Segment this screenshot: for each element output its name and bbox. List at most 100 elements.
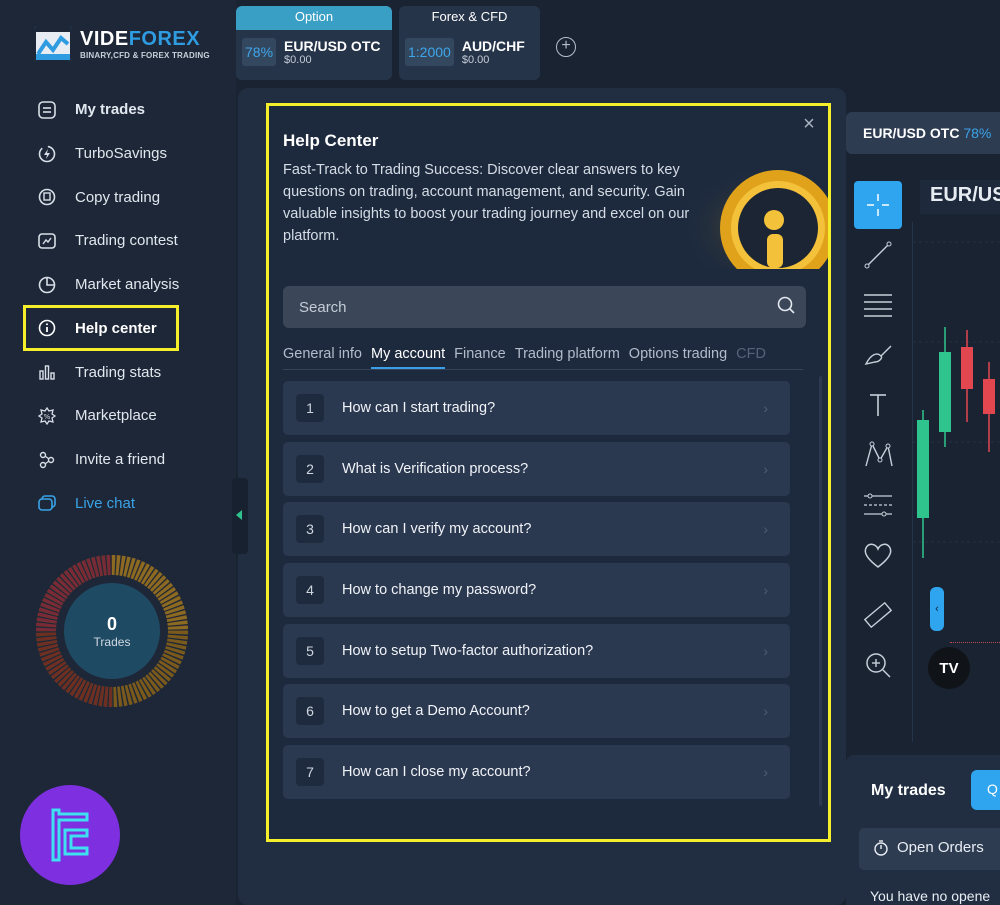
sidebar-item-label: Invite a friend: [75, 451, 166, 469]
sidebar-item-turbosavings[interactable]: TurboSavings: [24, 132, 234, 176]
payout-badge: 78%: [242, 38, 277, 66]
brand-badge-icon: [20, 785, 120, 885]
sidebar-item-help-center[interactable]: Help center: [23, 305, 179, 352]
sidebar-item-copy-trading[interactable]: Copy trading: [24, 175, 234, 219]
timer-icon: [873, 839, 889, 870]
tradingview-logo: TV: [928, 647, 970, 689]
zoom-in-icon[interactable]: [854, 640, 902, 690]
tab-cfd[interactable]: CFD: [736, 346, 766, 369]
faq-item[interactable]: 4 How to change my password? ›: [283, 563, 790, 618]
sidebar-item-live-chat[interactable]: Live chat: [24, 482, 234, 526]
heart-icon[interactable]: [854, 530, 902, 580]
sidebar-item-label: Marketplace: [75, 407, 157, 425]
asset-symbol: AUD/CHF: [461, 38, 525, 54]
sidebar: VIDEFOREX BINARY,CFD & FOREX TRADING My …: [0, 0, 236, 905]
help-description: Fast-Track to Trading Success: Discover …: [283, 162, 690, 244]
trades-donut: 0 Trades: [36, 555, 188, 707]
faq-scrollbar[interactable]: [819, 376, 822, 806]
sidebar-item-marketplace[interactable]: % Marketplace: [24, 394, 234, 438]
tab-options-trading[interactable]: Options trading: [629, 346, 727, 369]
chevron-right-icon: ›: [763, 764, 768, 781]
trades-icon: [36, 99, 58, 121]
logo-tagline: BINARY,CFD & FOREX TRADING: [80, 51, 210, 60]
faq-item[interactable]: 1 How can I start trading? ›: [283, 381, 790, 435]
faq-item[interactable]: 6 How to get a Demo Account? ›: [283, 684, 790, 739]
collapse-arrow-icon: [236, 510, 242, 520]
turbo-icon: [36, 143, 58, 165]
collapse-panel-handle[interactable]: [232, 478, 248, 554]
brush-icon[interactable]: [854, 330, 902, 380]
my-trades-action-button[interactable]: Q: [971, 770, 1000, 810]
logo-name: VIDEFOREX: [80, 28, 201, 50]
faq-question: How to change my password?: [342, 582, 537, 599]
logo-mark-icon: [34, 26, 72, 62]
my-trades-title: My trades: [871, 782, 946, 799]
help-search-input[interactable]: Search: [283, 286, 806, 328]
help-center-panel: Help Center × Fast-Track to Trading Succ…: [266, 103, 831, 842]
crosshair-tool[interactable]: [854, 180, 902, 230]
chevron-right-icon: ›: [763, 521, 768, 538]
chevron-right-icon: ›: [763, 400, 768, 416]
sidebar-item-label: My trades: [75, 101, 146, 119]
faq-number: 7: [296, 758, 324, 787]
faq-item[interactable]: 2 What is Verification process? ›: [283, 441, 790, 496]
tab-finance[interactable]: Finance: [454, 346, 506, 369]
sidebar-item-trading-contest[interactable]: Trading contest: [24, 219, 234, 263]
add-tab-icon[interactable]: +: [556, 37, 576, 57]
asset-tab-forex[interactable]: Forex & CFD 1:2000 AUD/CHF $0.00: [399, 6, 540, 80]
chart-pair-chip[interactable]: EUR/USD OTC 78%: [846, 112, 1000, 154]
sidebar-item-label: TurboSavings: [75, 145, 167, 163]
trades-label: Trades: [93, 634, 131, 649]
sidebar-item-trading-stats[interactable]: Trading stats: [24, 350, 234, 394]
text-icon[interactable]: [854, 380, 902, 430]
sidebar-item-invite-a-friend[interactable]: Invite a friend: [24, 438, 234, 482]
leverage-badge: 1:2000: [405, 38, 454, 66]
chat-icon: [36, 492, 58, 514]
faq-item[interactable]: 5 How to setup Two-factor authorization? ›: [283, 623, 790, 678]
info-icon: [36, 317, 58, 339]
faq-number: 4: [296, 576, 324, 605]
ruler-icon[interactable]: [854, 590, 902, 640]
logo[interactable]: VIDEFOREX BINARY,CFD & FOREX TRADING: [34, 26, 210, 62]
sidebar-item-my-trades[interactable]: My trades: [24, 88, 234, 132]
sidebar-item-label: Copy trading: [75, 188, 161, 206]
asset-tab-bar: Option 78% EUR/USD OTC $0.00 Forex & CFD…: [236, 0, 1000, 86]
my-trades-panel: My trades Q Open Orders You have no open…: [846, 755, 1000, 905]
contest-icon: [36, 230, 58, 252]
sidebar-item-label: Trading stats: [75, 363, 162, 381]
trend-line-icon[interactable]: [854, 230, 902, 280]
copy-icon: [36, 186, 58, 208]
asset-tab-option[interactable]: Option 78% EUR/USD OTC $0.00: [236, 6, 392, 80]
open-orders-button[interactable]: Open Orders: [859, 828, 1000, 870]
faq-question: How can I verify my account?: [342, 521, 532, 538]
faq-number: 5: [296, 636, 324, 665]
close-icon[interactable]: ×: [800, 114, 818, 134]
stats-icon: [36, 361, 58, 383]
sidebar-item-market-analysis[interactable]: Market analysis: [24, 263, 234, 307]
fib-lines-icon[interactable]: [854, 280, 902, 330]
trades-count: 0: [106, 613, 117, 634]
faq-number: 2: [296, 454, 324, 483]
pattern-icon[interactable]: [854, 430, 902, 480]
forecast-icon[interactable]: [854, 480, 902, 530]
asset-tab-header: Forex & CFD: [431, 9, 508, 24]
search-placeholder: Search: [299, 298, 347, 316]
faq-question: What is Verification process?: [342, 460, 529, 477]
help-category-tabs: General info My account Finance Trading …: [283, 346, 803, 370]
tab-general-info[interactable]: General info: [283, 346, 362, 369]
faq-number: 1: [296, 394, 324, 422]
tab-my-account[interactable]: My account: [371, 346, 446, 369]
faq-item[interactable]: 3 How can I verify my account? ›: [283, 502, 790, 557]
sidebar-item-label: Market analysis: [75, 276, 180, 294]
tab-trading-platform[interactable]: Trading platform: [515, 346, 620, 369]
sidebar-item-label: Live chat: [75, 494, 136, 512]
help-title: Help Center: [283, 131, 379, 150]
faq-item[interactable]: 7 How can I close my account? ›: [283, 745, 790, 800]
faq-number: 6: [296, 697, 324, 726]
chart-scroll-handle[interactable]: ‹: [930, 587, 944, 631]
chevron-right-icon: ›: [763, 642, 768, 659]
chevron-right-icon: ›: [763, 460, 768, 477]
drawing-toolbar: [854, 180, 904, 690]
faq-question: How to setup Two-factor authorization?: [342, 642, 594, 659]
search-icon[interactable]: [776, 295, 796, 320]
